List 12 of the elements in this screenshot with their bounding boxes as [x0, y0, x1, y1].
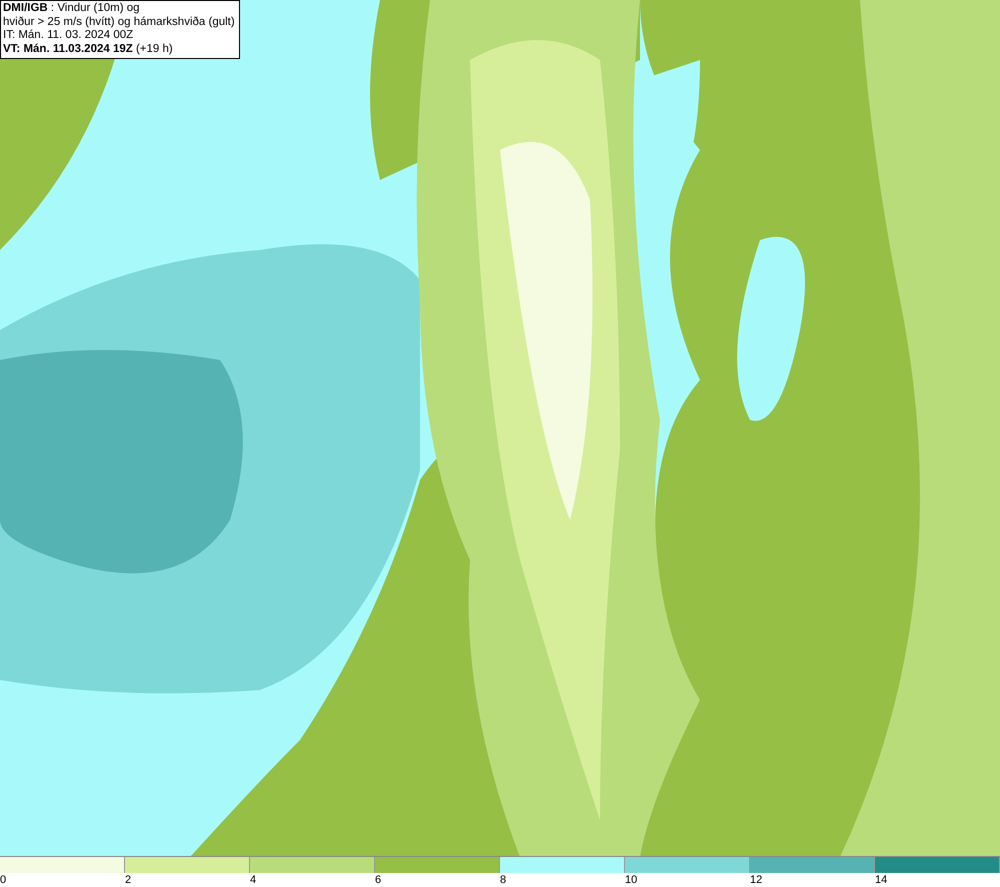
info-text: DMI/IGB : Vindur (10m) og	[3, 2, 141, 16]
info-text: VT: Mán. 11.03.2024 19Z (+19 h)	[3, 42, 174, 56]
legend-tick-label: 0	[0, 873, 6, 887]
info-text: IT: Mán. 11. 03. 2024 00Z	[3, 29, 134, 42]
legend-tick-label: 2	[125, 873, 132, 887]
legend-tick-label: 12	[750, 873, 762, 887]
info-text: hviður > 25 m/s (hvítt) og hámarkshviða (gult)	[3, 16, 235, 29]
legend-tick-label: 4	[250, 873, 256, 887]
legend-tick-label: 8	[500, 873, 506, 887]
legend-tick-label: 6	[375, 873, 382, 887]
legend-tick-label: 10	[625, 873, 638, 887]
legend-tick-label: 14	[875, 873, 888, 887]
